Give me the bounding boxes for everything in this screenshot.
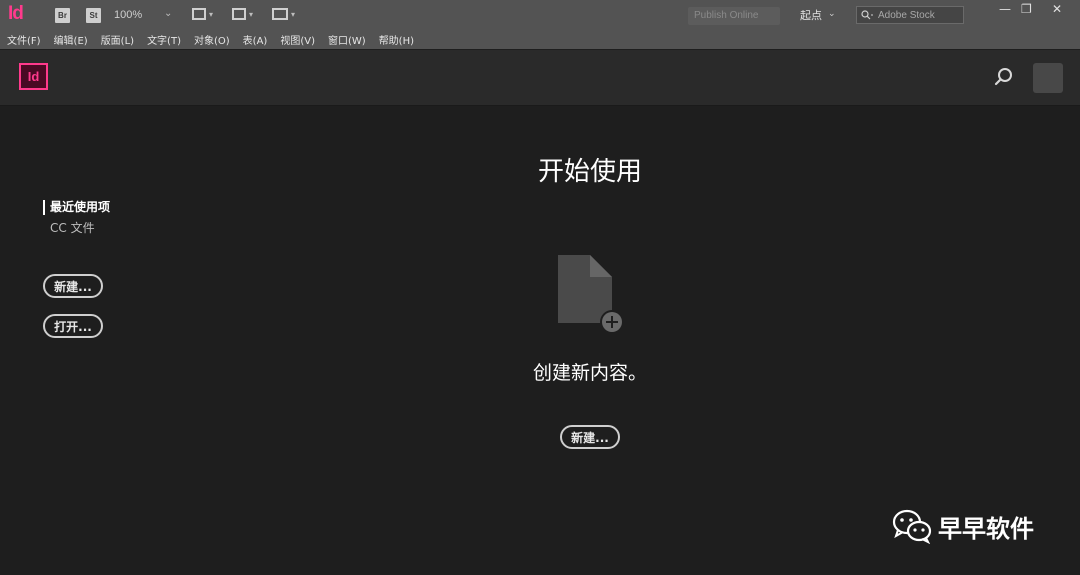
indesign-logo: Id	[8, 3, 24, 24]
minimize-icon[interactable]: —	[999, 2, 1011, 16]
workspace-switcher[interactable]: 起点	[800, 7, 822, 23]
menu-window[interactable]: 窗口(W)	[328, 32, 372, 47]
screen-mode-button[interactable]: ▾	[232, 8, 253, 20]
search-icon	[861, 10, 873, 20]
zoom-level[interactable]: 100%	[114, 9, 142, 21]
arrange-documents-icon	[272, 8, 288, 20]
nav-recent[interactable]: 最近使用项	[43, 200, 110, 215]
open-button[interactable]: 打开...	[43, 314, 103, 338]
chevron-down-icon: ▾	[291, 9, 296, 19]
bridge-button[interactable]: Br	[55, 8, 70, 23]
menu-bar: 文件(F) 编辑(E) 版面(L) 文字(T) 对象(O) 表(A) 视图(V)…	[0, 30, 1080, 49]
nav-cc-files[interactable]: CC 文件	[50, 221, 95, 236]
adobe-stock-search[interactable]	[856, 6, 964, 24]
wechat-icon	[892, 509, 932, 544]
new-document-button[interactable]: 新建...	[560, 425, 620, 449]
view-options-button[interactable]: ▾	[192, 8, 213, 20]
avatar[interactable]	[1033, 63, 1063, 93]
search-icon[interactable]	[993, 66, 1015, 88]
watermark-text: 早早软件	[938, 514, 1034, 543]
menu-help[interactable]: 帮助(H)	[379, 32, 420, 47]
chevron-down-icon: ▾	[249, 9, 254, 19]
menu-layout[interactable]: 版面(L)	[101, 32, 140, 47]
chevron-down-icon: ▾	[209, 9, 214, 19]
new-document-icon	[558, 255, 624, 334]
new-button[interactable]: 新建...	[43, 274, 103, 298]
screen-mode-icon	[232, 8, 246, 20]
close-icon[interactable]: ✕	[1052, 2, 1062, 16]
watermark: 早早软件	[892, 506, 1034, 546]
create-new-content-text: 创建新内容。	[532, 362, 647, 384]
stock-search-input[interactable]	[876, 8, 960, 22]
menu-view[interactable]: 视图(V)	[280, 32, 321, 47]
zoom-chevron-down-icon[interactable]: ⌄	[164, 8, 172, 19]
indesign-logo-badge: Id	[19, 63, 48, 90]
arrange-documents-button[interactable]: ▾	[272, 8, 295, 20]
workspace-chevron-down-icon[interactable]: ⌄	[828, 9, 836, 19]
stock-button[interactable]: St	[86, 8, 101, 23]
menu-type[interactable]: 文字(T)	[147, 32, 187, 47]
view-options-icon	[192, 8, 206, 20]
page-title: 开始使用	[537, 157, 642, 187]
menu-edit[interactable]: 编辑(E)	[54, 32, 94, 47]
publish-online-button[interactable]: Publish Online	[688, 7, 780, 25]
restore-icon[interactable]: ❐	[1021, 2, 1032, 16]
menu-table[interactable]: 表(A)	[243, 32, 274, 47]
start-header	[0, 50, 1080, 106]
menu-object[interactable]: 对象(O)	[194, 32, 236, 47]
menu-file[interactable]: 文件(F)	[7, 32, 47, 47]
app-title-bar: Id Br St 100% ⌄ ▾ ▾ ▾ Publish Online 起点 …	[0, 0, 1080, 30]
